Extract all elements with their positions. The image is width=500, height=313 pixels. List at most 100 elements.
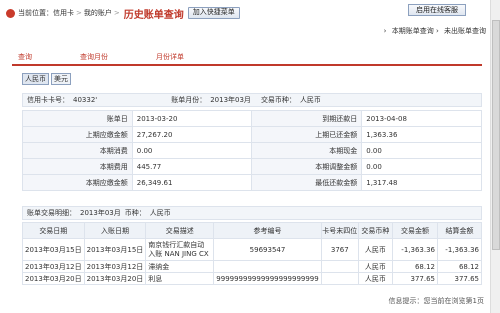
table-row: 2013年03月20日 2013年03月20日 利息 9999999999999… — [22, 272, 482, 285]
cell-description: 滞纳金 — [145, 260, 215, 273]
cell-date: 2013年03月20日 — [22, 272, 85, 285]
summary-label: 账单日 — [22, 110, 133, 127]
cell-reference: 59693547 — [213, 238, 322, 261]
breadcrumb-prefix: 当前位置： — [18, 9, 53, 17]
cell-date: 2013年03月15日 — [22, 238, 85, 261]
summary-row: 账单日 2013-03-20 到期还款日 2013-04-08 — [22, 110, 482, 127]
column-header: 结算金额 — [437, 222, 482, 239]
currency-switch: 人民币 美元 — [22, 73, 71, 85]
summary-label: 本期现金 — [251, 142, 363, 159]
summary-value: 0.00 — [131, 142, 253, 159]
table-row: 2013年03月12日 2013年03月12日 滞纳金 人民币 68.12 68… — [22, 260, 482, 273]
unbilled-link[interactable]: 未出账单查询 — [444, 27, 486, 35]
currency-rmb-button[interactable]: 人民币 — [22, 73, 49, 85]
cell-currency: 人民币 — [357, 260, 393, 273]
cell-settle: 68.12 — [437, 260, 482, 273]
card-number-value: 40332' — [73, 96, 98, 104]
column-header: 交易描述 — [145, 222, 215, 239]
cell-amount: 68.12 — [391, 260, 439, 273]
summary-value: 26,349.61 — [131, 174, 253, 191]
vertical-scrollbar[interactable] — [490, 0, 500, 313]
summary-value: 2013-03-20 — [131, 110, 253, 127]
breadcrumb: 当前位置： 信用卡 > 我的账户 > 历史账单查询 加入快捷菜单 — [6, 6, 240, 21]
tab-month-detail[interactable]: 月份详单 — [132, 52, 208, 64]
column-header: 交易金额 — [391, 222, 439, 239]
current-bill-link[interactable]: 本期账单查询 — [392, 27, 434, 35]
summary-value: 445.77 — [131, 158, 253, 175]
cell-currency: 人民币 — [357, 272, 393, 285]
cell-post-date: 2013年03月15日 — [83, 238, 147, 261]
detail-currency-label: 币种： — [124, 209, 146, 217]
summary-label: 到期还款日 — [251, 110, 363, 127]
cell-post-date: 2013年03月20日 — [83, 272, 147, 285]
summary-row: 本期消费 0.00 本期现金 0.00 — [22, 142, 482, 159]
cell-description: 利息 — [145, 272, 215, 285]
column-header: 交易币种 — [357, 222, 393, 239]
bill-summary-table: 账单日 2013-03-20 到期还款日 2013-04-08 上期应缴金额 2… — [22, 110, 482, 191]
arrow-icon: › — [383, 27, 387, 35]
summary-value: 27,267.20 — [131, 126, 253, 143]
breadcrumb-separator: > — [113, 9, 120, 17]
tab-query-month[interactable]: 查询月份 — [56, 52, 132, 64]
summary-value: 1,363.36 — [361, 126, 482, 143]
detail-header: 账单交易明细： 2013年03月 币种： 人民币 — [22, 206, 482, 220]
add-shortcut-button[interactable]: 加入快捷菜单 — [187, 7, 240, 19]
column-header: 入账日期 — [83, 222, 147, 239]
cell-reference — [213, 260, 322, 273]
card-info-row: 信用卡卡号： 40332' 账单月份： 2013年03月 交易币种： 人民币 — [22, 93, 482, 107]
card-number-label: 信用卡卡号： — [27, 96, 69, 104]
pagination-info: 信息提示：您当前在浏览第1页 — [388, 297, 484, 305]
cell-last4 — [320, 272, 359, 285]
summary-label: 本期应缴金额 — [22, 174, 133, 191]
description-line: 南京钱行汇款自动 — [148, 240, 205, 249]
currency-usd-button[interactable]: 美元 — [51, 73, 71, 85]
tab-divider — [12, 64, 482, 66]
summary-row: 上期应缴金额 27,267.20 上期已还金额 1,363.36 — [22, 126, 482, 143]
summary-value: 2013-04-08 — [361, 110, 482, 127]
cell-last4 — [320, 260, 359, 273]
summary-label: 最低还款金额 — [251, 174, 363, 191]
summary-label: 本期费用 — [22, 158, 133, 175]
cell-settle: -1,363.36 — [437, 238, 482, 261]
column-header: 交易日期 — [22, 222, 85, 239]
breadcrumb-item-credit-card[interactable]: 信用卡 — [53, 8, 74, 18]
cell-amount: -1,363.36 — [391, 238, 439, 261]
summary-label: 本期调整金额 — [251, 158, 363, 175]
tab-query[interactable]: 查询 — [18, 52, 56, 64]
page-title: 历史账单查询 — [123, 9, 184, 21]
top-links: › 本期账单查询 › 未出账单查询 — [384, 26, 486, 36]
summary-label: 本期消费 — [22, 142, 133, 159]
cell-date: 2013年03月12日 — [22, 260, 85, 273]
currency-value: 人民币 — [299, 96, 321, 104]
bill-month-value: 2013年03月 — [210, 96, 251, 104]
location-icon — [6, 8, 15, 18]
step-tabs: 查询 查询月份 月份详单 — [18, 52, 208, 64]
detail-currency: 人民币 — [149, 209, 171, 217]
detail-label: 账单交易明细： — [27, 209, 76, 217]
summary-label: 上期应缴金额 — [22, 126, 133, 143]
table-header-row: 交易日期 入账日期 交易描述 参考编号 卡号末四位 交易币种 交易金额 结算金额 — [22, 222, 482, 239]
online-service-button[interactable]: 启用在线客服 — [408, 4, 466, 16]
cell-amount: 377.65 — [391, 272, 439, 285]
bill-month-label: 账单月份： — [171, 96, 207, 104]
transaction-table: 交易日期 入账日期 交易描述 参考编号 卡号末四位 交易币种 交易金额 结算金额… — [22, 222, 482, 285]
summary-row: 本期费用 445.77 本期调整金额 0.00 — [22, 158, 482, 175]
scrollbar-thumb[interactable] — [492, 20, 500, 250]
currency-label: 交易币种： — [260, 96, 296, 104]
summary-value: 0.00 — [361, 158, 482, 175]
cell-last4: 3767 — [320, 238, 359, 261]
arrow-icon: › — [435, 27, 439, 35]
cell-reference: 99999999999999999999999 — [213, 272, 322, 285]
column-header: 卡号末四位 — [320, 222, 359, 239]
column-header: 参考编号 — [213, 222, 322, 239]
cell-description: 南京钱行汇款自动 入账 NAN JING CX — [145, 238, 215, 261]
detail-month: 2013年03月 — [80, 209, 121, 217]
summary-label: 上期已还金额 — [251, 126, 363, 143]
cell-settle: 377.65 — [437, 272, 482, 285]
summary-value: 1,317.48 — [361, 174, 482, 191]
summary-row: 本期应缴金额 26,349.61 最低还款金额 1,317.48 — [22, 174, 482, 191]
description-line: 入账 NAN JING CX — [148, 249, 209, 258]
breadcrumb-item-my-account[interactable]: 我的账户 — [84, 8, 112, 18]
table-row: 2013年03月15日 2013年03月15日 南京钱行汇款自动 入账 NAN … — [22, 238, 482, 261]
cell-post-date: 2013年03月12日 — [83, 260, 147, 273]
